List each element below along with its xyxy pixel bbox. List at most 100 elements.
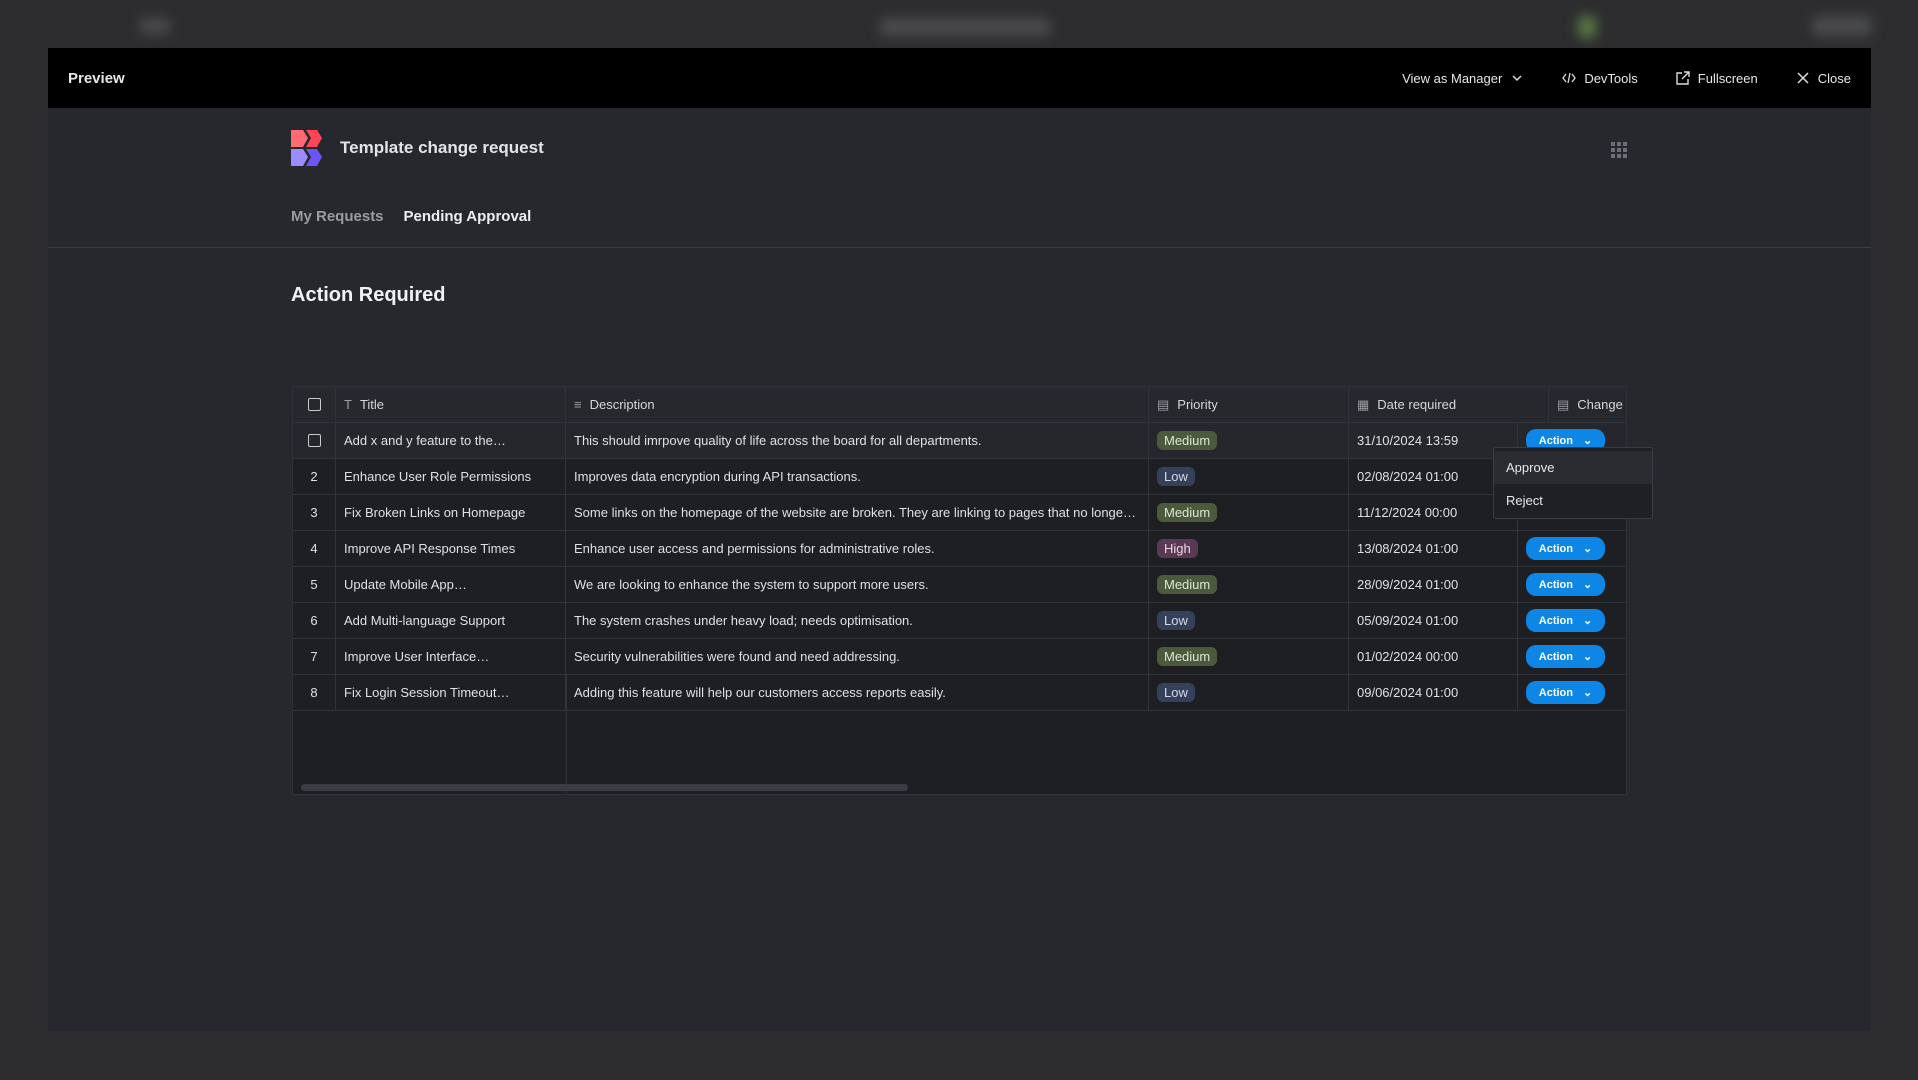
chevron-down-icon: ⌄ [1583,615,1593,627]
priority-badge: Medium [1157,431,1218,450]
preview-modal: Preview View as Manager DevTools Fullscr… [48,48,1871,1031]
date-cell: 01/02/2024 00:00 [1357,649,1459,664]
divider [48,247,1871,248]
description-cell: Some links on the homepage of the websit… [574,505,1137,520]
table-row[interactable]: 8 Fix Login Session Timeout… Adding this… [293,675,1626,711]
date-cell: 13/08/2024 01:00 [1357,541,1459,556]
table-row[interactable]: 2 Enhance User Role Permissions Improves… [293,459,1626,495]
horizontal-scrollbar[interactable] [301,784,908,791]
column-label: Title [359,397,385,412]
priority-badge: Medium [1157,575,1218,594]
row-number: 7 [310,649,318,664]
date-cell: 11/12/2024 00:00 [1357,505,1458,520]
title-cell: Improve User Interface… [344,649,490,664]
app-logo [291,130,322,166]
select-all-checkbox[interactable] [307,398,321,411]
chevron-down-icon: ⌄ [1583,579,1593,591]
table-row[interactable]: Add x and y feature to the… This should … [293,423,1626,459]
table-row[interactable]: 6 Add Multi-language Support The system … [293,603,1626,639]
description-cell: This should imrpove quality of life acro… [574,433,982,448]
table-header: T Title ≡ Description ▤ Priority ▦ Date requ… [293,387,1626,423]
tab-pending-approval[interactable]: Pending Approval [404,208,532,225]
description-cell: Security vulnerabilities were found and … [574,649,900,664]
title-cell: Enhance User Role Permissions [344,469,532,484]
action-button[interactable]: Action ⌄ [1526,573,1605,596]
description-cell: We are looking to enhance the system to … [574,577,929,592]
app-content: Template change request My Requests Pend… [48,108,1871,1031]
table-row[interactable]: 5 Update Mobile App… We are looking to e… [293,567,1626,603]
priority-badge: Medium [1157,503,1218,522]
row-number: 4 [310,541,318,556]
calendar-icon: ▦ [1357,396,1370,412]
action-button[interactable]: Action ⌄ [1526,609,1605,632]
action-label: Action [1538,542,1573,555]
view-as-dropdown[interactable]: View as Manager [1402,71,1524,86]
title-cell: Update Mobile App… [344,577,467,592]
close-label: Close [1817,70,1851,86]
action-label: Action [1538,614,1573,627]
column-header-change[interactable]: ▤ Change [1549,387,1626,422]
menu-item-reject[interactable]: Reject [1494,484,1652,517]
action-label: Action [1538,686,1573,699]
view-as-label: View as Manager [1402,70,1503,86]
menu-item-approve[interactable]: Approve [1494,451,1652,484]
action-button[interactable]: Action ⌄ [1526,645,1605,668]
chevron-down-icon [1512,75,1522,82]
title-cell: Improve API Response Times [344,541,516,556]
date-cell: 31/10/2024 13:59 [1357,433,1459,448]
table-row[interactable]: 7 Improve User Interface… Security vulne… [293,639,1626,675]
priority-badge: High [1157,539,1198,558]
close-icon [1797,72,1809,84]
column-label: Date required [1377,397,1457,412]
paragraph-icon: ≡ [574,397,582,412]
action-button[interactable]: Action ⌄ [1526,681,1605,704]
description-cell: The system crashes under heavy load; nee… [574,613,913,628]
fullscreen-button[interactable]: Fullscreen [1676,71,1758,86]
priority-badge: Low [1157,611,1195,630]
column-label: Change [1577,397,1623,412]
column-label: Description [589,397,655,412]
close-button[interactable]: Close [1796,71,1851,86]
row-number: 3 [310,505,318,520]
column-header-priority[interactable]: ▤ Priority [1149,387,1349,422]
tab-my-requests[interactable]: My Requests [291,208,384,225]
devtools-label: DevTools [1584,70,1638,86]
description-cell: Adding this feature will help our custom… [574,685,946,700]
title-cell: Add x and y feature to the… [344,433,506,448]
external-link-icon [1676,71,1690,85]
action-button[interactable]: Action ⌄ [1526,537,1605,560]
chevron-down-icon: ⌄ [1583,543,1593,555]
column-label: Priority [1177,397,1218,412]
priority-badge: Low [1157,467,1195,486]
table-row[interactable]: 3 Fix Broken Links on Homepage Some link… [293,495,1626,531]
priority-badge: Medium [1157,647,1218,666]
description-cell: Enhance user access and permissions for … [574,541,935,556]
chevron-down-icon: ⌄ [1583,435,1593,447]
date-cell: 05/09/2024 01:00 [1357,613,1459,628]
column-header-description[interactable]: ≡ Description [566,387,1149,422]
column-header-date[interactable]: ▦ Date required [1349,387,1549,422]
action-label: Action [1538,650,1573,663]
chevron-down-icon: ⌄ [1583,651,1593,663]
row-number: 6 [310,613,318,628]
description-cell: Improves data encryption during API tran… [574,469,861,484]
column-header-title[interactable]: T Title [336,387,566,422]
row-checkbox[interactable] [307,434,321,447]
devtools-button[interactable]: DevTools [1562,70,1638,86]
table-row[interactable]: 4 Improve API Response Times Enhance use… [293,531,1626,567]
date-cell: 09/06/2024 01:00 [1357,685,1459,700]
code-icon [1562,72,1577,84]
apps-grid-icon[interactable] [1611,142,1627,158]
list-icon: ▤ [1557,396,1570,412]
action-label: Action [1538,578,1573,591]
app-title: Template change request [340,138,544,157]
priority-badge: Low [1157,683,1195,702]
section-title: Action Required [291,284,446,306]
list-icon: ▤ [1157,396,1170,412]
modal-title: Preview [68,69,125,87]
tab-bar: My Requests Pending Approval [291,208,531,225]
date-cell: 28/09/2024 01:00 [1357,577,1459,592]
date-cell: 02/08/2024 01:00 [1357,469,1459,484]
action-label: Action [1538,434,1573,447]
requests-table: T Title ≡ Description ▤ Priority ▦ Date requ… [292,386,1627,795]
